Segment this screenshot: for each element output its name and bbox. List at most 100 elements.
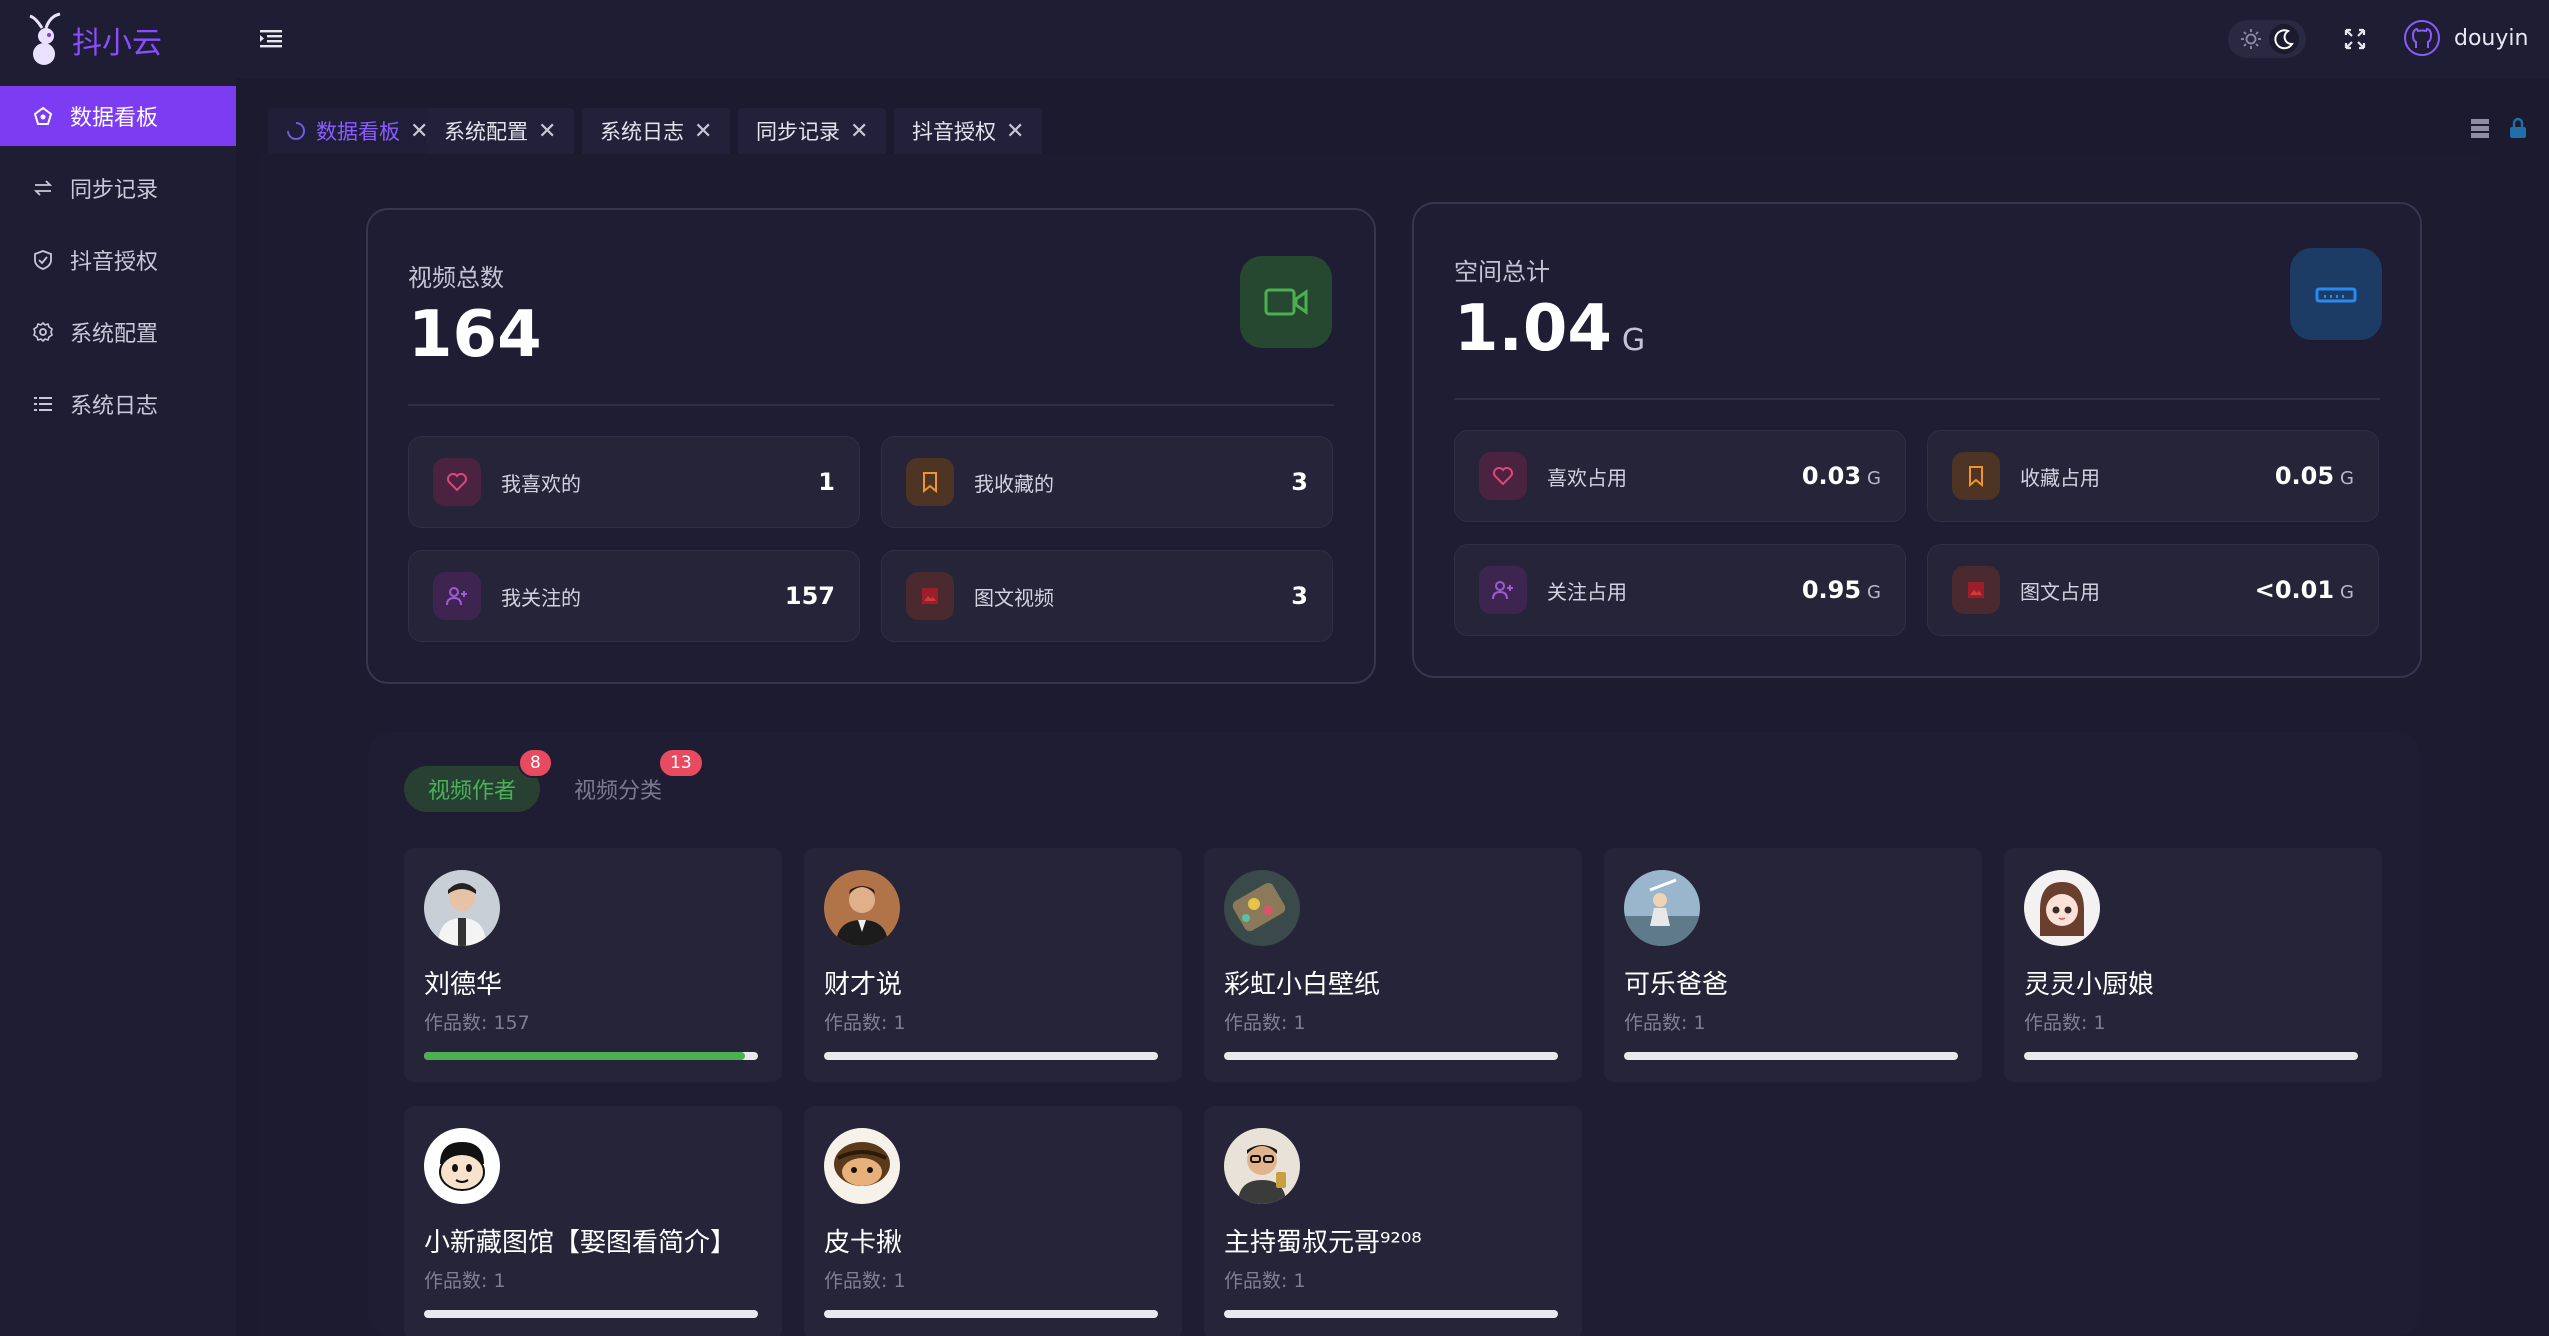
video-total-value: 164 — [408, 298, 542, 372]
avatar — [1224, 870, 1300, 946]
tab-logs[interactable]: 系统日志 ✕ — [582, 108, 731, 154]
author-count: 作品数: 157 — [424, 1012, 530, 1034]
stat-label: 喜欢占用 — [1547, 465, 1627, 490]
sidebar-item-logs[interactable]: 系统日志 — [0, 374, 236, 434]
stat-following: 我关注的 157 — [408, 550, 860, 642]
stat-unit: G — [1867, 582, 1881, 603]
close-icon[interactable]: ✕ — [694, 119, 712, 144]
author-count: 作品数: 1 — [2024, 1012, 2106, 1034]
sun-icon[interactable] — [2236, 24, 2266, 54]
stat-label: 收藏占用 — [2020, 465, 2100, 490]
sidebar-item-config[interactable]: 系统配置 — [0, 302, 236, 362]
author-card[interactable]: 主持蜀叔元哥⁹²⁰⁸ 作品数: 1 — [1204, 1106, 1582, 1336]
image-icon — [1952, 566, 2000, 614]
avatar — [824, 1128, 900, 1204]
avatar — [824, 870, 900, 946]
author-count: 作品数: 1 — [1624, 1012, 1706, 1034]
card-title: 视频总数 — [408, 264, 504, 292]
progress-bar — [424, 1052, 758, 1060]
user-menu[interactable]: douyin — [2404, 20, 2528, 56]
stat-label: 关注占用 — [1547, 579, 1627, 604]
video-camera-icon — [1240, 256, 1332, 348]
stat-label: 我喜欢的 — [501, 471, 581, 496]
stat-label: 图文占用 — [2020, 579, 2100, 604]
gear-icon — [33, 321, 53, 343]
author-count: 作品数: 1 — [824, 1012, 906, 1034]
stat-liked-space: 喜欢占用 0.03 G — [1454, 430, 1906, 522]
space-unit: G — [1621, 323, 1646, 358]
card-title: 空间总计 — [1454, 258, 1550, 286]
author-card[interactable]: 刘德华 作品数: 157 — [404, 848, 782, 1082]
stat-liked: 我喜欢的 1 — [408, 436, 860, 528]
sidebar-item-dashboard[interactable]: 数据看板 — [0, 86, 236, 146]
github-avatar-icon — [2404, 20, 2440, 56]
author-card[interactable]: 小新藏图馆【娶图看简介】 作品数: 1 — [404, 1106, 782, 1336]
author-name: 皮卡揪 — [824, 1228, 903, 1258]
space-total-card: 空间总计 1.04 G 喜欢占用 0.03 G 收藏占用 0.05 G 关注占用 0.… — [1412, 202, 2422, 678]
author-name: 财才说 — [824, 970, 903, 1000]
tab-config[interactable]: 系统配置 ✕ — [426, 108, 575, 154]
stat-collected: 我收藏的 3 — [881, 436, 1333, 528]
avatar — [2024, 870, 2100, 946]
layout-icon[interactable] — [2468, 116, 2492, 140]
progress-bar — [824, 1052, 1158, 1060]
tab-label: 视频分类 — [574, 779, 663, 804]
close-icon[interactable]: ✕ — [1006, 119, 1024, 144]
shield-icon — [34, 250, 52, 270]
author-name: 刘德华 — [424, 970, 503, 1000]
author-card[interactable]: 可乐爸爸 作品数: 1 — [1604, 848, 1982, 1082]
stat-image-video: 图文视频 3 — [881, 550, 1333, 642]
lock-icon[interactable] — [2506, 116, 2530, 140]
sidebar-item-label: 系统配置 — [70, 322, 159, 347]
progress-bar — [424, 1310, 758, 1318]
stat-value: 157 — [784, 582, 835, 610]
author-card[interactable]: 皮卡揪 作品数: 1 — [804, 1106, 1182, 1336]
author-card[interactable]: 灵灵小厨娘 作品数: 1 — [2004, 848, 2382, 1082]
author-count: 作品数: 1 — [1224, 1012, 1306, 1034]
stat-unit: G — [1867, 468, 1881, 489]
tab-video-authors[interactable]: 视频作者 — [404, 766, 541, 812]
top-header: 抖小云 douyin — [0, 0, 2549, 78]
tab-sync[interactable]: 同步记录 ✕ — [738, 108, 887, 154]
progress-bar — [1224, 1310, 1558, 1318]
stat-unit: G — [2340, 582, 2354, 603]
bookmark-icon — [1952, 452, 2000, 500]
heart-icon — [1479, 452, 1527, 500]
stat-collected-space: 收藏占用 0.05 G — [1927, 430, 2379, 522]
sidebar-item-label: 数据看板 — [70, 106, 159, 131]
tab-label: 数据看板 — [316, 120, 400, 144]
space-total-value: 1.04 G — [1454, 292, 1645, 366]
stat-label: 我关注的 — [501, 585, 581, 610]
stat-number: 0.05 — [2274, 462, 2335, 490]
close-icon[interactable]: ✕ — [850, 119, 868, 144]
theme-switch[interactable] — [2228, 20, 2306, 58]
sidebar-item-auth[interactable]: 抖音授权 — [0, 230, 236, 290]
fullscreen-icon[interactable] — [2340, 24, 2370, 54]
tab-label: 同步记录 — [756, 120, 840, 144]
stat-following-space: 关注占用 0.95 G — [1454, 544, 1906, 636]
stat-image-space: 图文占用 <0.01 G — [1927, 544, 2379, 636]
close-icon[interactable]: ✕ — [538, 119, 556, 144]
moon-icon[interactable] — [2268, 24, 2299, 54]
user-name: douyin — [2454, 25, 2529, 51]
progress-fill — [424, 1052, 745, 1060]
tab-label: 系统配置 — [444, 120, 528, 144]
dashboard-icon — [33, 106, 53, 125]
author-name: 灵灵小厨娘 — [2024, 970, 2155, 1000]
progress-bar — [824, 1310, 1158, 1318]
progress-bar — [1224, 1052, 1558, 1060]
tab-dashboard[interactable]: 数据看板 ✕ — [268, 108, 447, 154]
author-card[interactable]: 财才说 作品数: 1 — [804, 848, 1182, 1082]
sidebar-item-sync[interactable]: 同步记录 — [0, 158, 236, 218]
authors-section: 视频作者 8 视频分类 13 刘德华 作品数: 157 财才说 作品数: 1 彩… — [368, 732, 2420, 1336]
avatar — [1624, 870, 1700, 946]
menu-toggle-icon[interactable] — [256, 24, 286, 54]
author-card[interactable]: 彩虹小白壁纸 作品数: 1 — [1204, 848, 1582, 1082]
stat-label: 图文视频 — [974, 585, 1054, 610]
stat-value: 0.03 G — [1802, 462, 1881, 490]
stat-label: 我收藏的 — [974, 471, 1054, 496]
heart-icon — [433, 458, 481, 506]
bookmark-icon — [906, 458, 954, 506]
divider — [408, 404, 1334, 406]
tab-auth[interactable]: 抖音授权 ✕ — [894, 108, 1043, 154]
